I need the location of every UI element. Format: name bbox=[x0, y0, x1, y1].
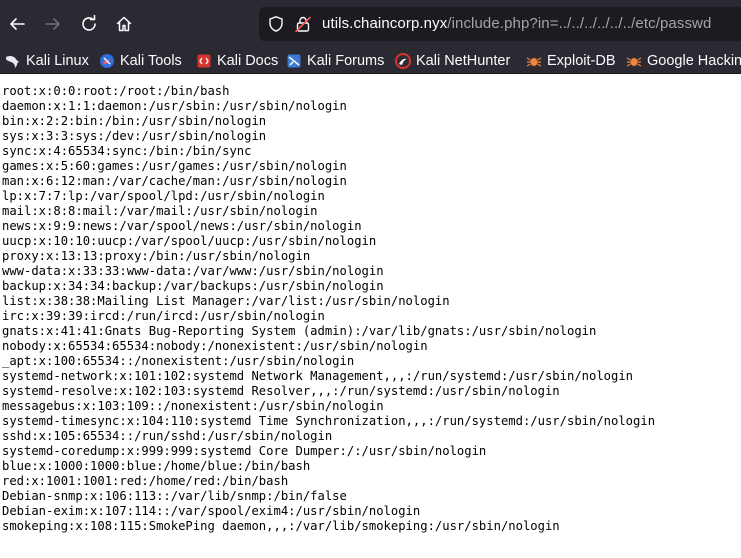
bookmark-kali-forums[interactable]: Kali Forums bbox=[286, 51, 384, 71]
exploit-db-spider-icon bbox=[526, 53, 542, 69]
passwd-line: red:x:1001:1001:red:/home/red:/bin/bash bbox=[2, 474, 289, 488]
passwd-line: daemon:x:1:1:daemon:/usr/sbin:/usr/sbin/… bbox=[2, 99, 347, 113]
passwd-line: games:x:5:60:games:/usr/games:/usr/sbin/… bbox=[2, 159, 347, 173]
bookmark-label: Google Hacking bbox=[647, 53, 741, 69]
bookmark-kali-nethunter[interactable]: Kali NetHunter bbox=[395, 51, 510, 71]
passwd-line: sys:x:3:3:sys:/dev:/usr/sbin/nologin bbox=[2, 129, 267, 143]
bookmark-google-hacking[interactable]: Google Hacking bbox=[626, 51, 741, 71]
kali-docs-icon bbox=[196, 53, 212, 69]
passwd-line: mail:x:8:8:mail:/var/mail:/usr/sbin/nolo… bbox=[2, 204, 318, 218]
passwd-line: www-data:x:33:33:www-data:/var/www:/usr/… bbox=[2, 264, 384, 278]
passwd-line: nobody:x:65534:65534:nobody:/nonexistent… bbox=[2, 339, 428, 353]
kali-tools-icon bbox=[99, 53, 115, 69]
kali-forums-icon bbox=[286, 53, 302, 69]
url-host: utils.chaincorp.nyx bbox=[322, 15, 448, 32]
passwd-file-content: root:x:0:0:root:/root:/bin/bash daemon:x:… bbox=[2, 84, 741, 558]
passwd-line: lp:x:7:7:lp:/var/spool/lpd:/usr/sbin/nol… bbox=[2, 189, 325, 203]
reload-button[interactable] bbox=[73, 8, 105, 40]
url-text[interactable]: utils.chaincorp.nyx/include.php?in=../..… bbox=[322, 15, 711, 32]
arrow-left-icon bbox=[10, 18, 25, 30]
bookmark-kali-docs[interactable]: Kali Docs bbox=[196, 51, 278, 71]
bookmark-kali-tools[interactable]: Kali Tools bbox=[99, 51, 182, 71]
passwd-line: gnats:x:41:41:Gnats Bug-Reporting System… bbox=[2, 324, 597, 338]
passwd-line: bin:x:2:2:bin:/bin:/usr/sbin/nologin bbox=[2, 114, 267, 128]
reload-icon bbox=[82, 15, 96, 31]
passwd-line: irc:x:39:39:ircd:/run/ircd:/usr/sbin/nol… bbox=[2, 309, 325, 323]
passwd-line: blue:x:1000:1000:blue:/home/blue:/bin/ba… bbox=[2, 459, 311, 473]
passwd-line: _apt:x:100:65534::/nonexistent:/usr/sbin… bbox=[2, 354, 355, 368]
passwd-line: systemd-timesync:x:104:110:systemd Time … bbox=[2, 414, 656, 428]
passwd-line: sshd:x:105:65534::/run/sshd:/usr/sbin/no… bbox=[2, 429, 333, 443]
shield-icon[interactable] bbox=[267, 15, 285, 33]
insecure-lock-icon[interactable] bbox=[294, 15, 312, 33]
passwd-line: systemd-network:x:101:102:systemd Networ… bbox=[2, 369, 634, 383]
nethunter-icon bbox=[395, 53, 411, 69]
home-icon bbox=[116, 16, 132, 32]
bookmark-label: Exploit-DB bbox=[547, 53, 616, 69]
home-button[interactable] bbox=[108, 8, 140, 40]
bookmark-label: Kali Forums bbox=[307, 53, 385, 69]
passwd-line: Debian-exim:x:107:114::/var/spool/exim4:… bbox=[2, 504, 421, 518]
bookmark-kali-linux[interactable]: Kali Linux bbox=[5, 51, 89, 71]
kali-dragon-icon bbox=[5, 53, 21, 69]
passwd-line: news:x:9:9:news:/var/spool/news:/usr/sbi… bbox=[2, 219, 362, 233]
ghdb-spider-icon bbox=[626, 53, 642, 69]
url-path: /include.php?in=../../../../../../etc/pa… bbox=[447, 15, 712, 32]
bookmark-label: Kali Linux bbox=[26, 53, 89, 69]
bookmark-exploit-db[interactable]: Exploit-DB bbox=[526, 51, 616, 71]
passwd-line: man:x:6:12:man:/var/cache/man:/usr/sbin/… bbox=[2, 174, 347, 188]
arrow-right-icon bbox=[45, 18, 60, 30]
bookmark-label: Kali NetHunter bbox=[416, 53, 511, 69]
passwd-line: systemd-resolve:x:102:103:systemd Resolv… bbox=[2, 384, 560, 398]
passwd-line: backup:x:34:34:backup:/var/backups:/usr/… bbox=[2, 279, 384, 293]
passwd-line: proxy:x:13:13:proxy:/bin:/usr/sbin/nolog… bbox=[2, 249, 311, 263]
passwd-line: systemd-coredump:x:999:999:systemd Core … bbox=[2, 444, 487, 458]
passwd-line: sync:x:4:65534:sync:/bin:/bin/sync bbox=[2, 144, 252, 158]
url-bar[interactable]: utils.chaincorp.nyx/include.php?in=../..… bbox=[259, 7, 741, 41]
back-button[interactable] bbox=[1, 8, 33, 40]
browser-toolbar: utils.chaincorp.nyx/include.php?in=../..… bbox=[0, 0, 741, 48]
passwd-line: uucp:x:10:10:uucp:/var/spool/uucp:/usr/s… bbox=[2, 234, 377, 248]
bookmarks-toolbar: Kali Linux Kali Tools Kali Docs Kali For… bbox=[0, 48, 741, 74]
passwd-line: root:x:0:0:root:/root:/bin/bash bbox=[2, 84, 230, 98]
bookmark-label: Kali Tools bbox=[120, 53, 182, 69]
bookmark-label: Kali Docs bbox=[217, 53, 279, 69]
forward-button[interactable] bbox=[37, 8, 69, 40]
passwd-line: smokeping:x:108:115:SmokePing daemon,,,:… bbox=[2, 519, 560, 533]
passwd-line: messagebus:x:103:109::/nonexistent:/usr/… bbox=[2, 399, 384, 413]
passwd-line: list:x:38:38:Mailing List Manager:/var/l… bbox=[2, 294, 450, 308]
passwd-line: Debian-snmp:x:106:113::/var/lib/snmp:/bi… bbox=[2, 489, 347, 503]
